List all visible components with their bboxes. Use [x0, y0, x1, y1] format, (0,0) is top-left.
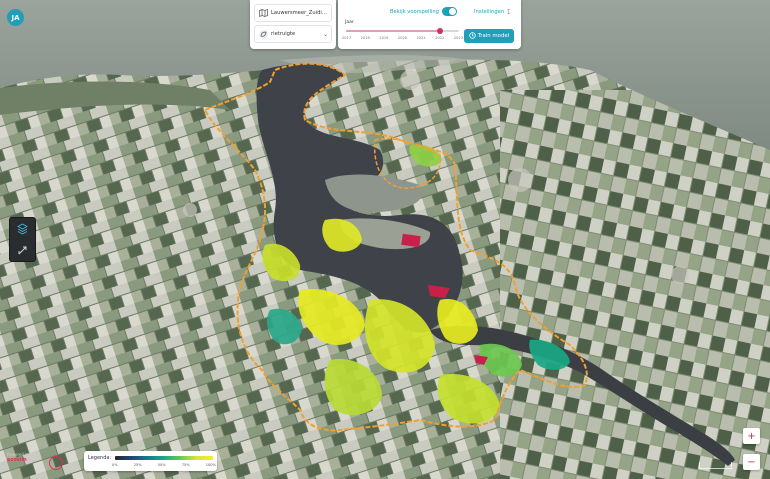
year-tick: 2018 [360, 36, 370, 40]
year-slider-fill [346, 30, 441, 32]
forecast-panel: Bekijk voorspelling Instellingen ꕯ Jaar … [338, 0, 521, 49]
settings-link[interactable]: Instellingen [474, 9, 504, 15]
map-scale-bar [699, 462, 732, 469]
map-toolbox [9, 217, 36, 262]
draw-icon[interactable] [16, 243, 30, 257]
chevron-down-icon: ⌄ [322, 30, 328, 38]
year-tick: 2019 [379, 36, 389, 40]
train-model-button[interactable]: Train model [464, 29, 514, 43]
user-avatar[interactable]: JA [7, 9, 24, 26]
year-label: Jaar [345, 20, 354, 25]
year-ticks: 2017 2018 2019 2020 2021 2022 2023 [342, 36, 463, 40]
species-select-value: rietruigte [271, 31, 296, 37]
layers-icon[interactable] [16, 222, 30, 236]
map-icon [258, 8, 268, 18]
year-tick: 2020 [397, 36, 408, 40]
zoom-out-button[interactable]: − [743, 454, 760, 470]
year-tick: 2021 [416, 36, 426, 40]
legend-tick: 100% [205, 463, 216, 467]
area-select[interactable]: Lauwersmeer_Zuidi... [254, 4, 332, 22]
leaf-icon [258, 29, 268, 39]
brand-logo [49, 456, 63, 470]
area-select-value: Lauwersmeer_Zuidi... [271, 10, 327, 16]
zoom-in-button[interactable]: + [743, 428, 760, 444]
year-tick: 2017 [342, 36, 352, 40]
legend-gradient [115, 456, 213, 460]
year-tick: 2022 [435, 36, 445, 40]
legend-tick: 25% [133, 463, 142, 467]
year-slider-thumb[interactable] [437, 28, 444, 34]
train-model-label: Train model [477, 33, 510, 39]
year-tick: 2023 [453, 36, 463, 40]
selection-panel: Lauwersmeer_Zuidi... rietruigte ⌄ [250, 0, 336, 49]
legend-ticks: 0% 25% 50% 75% 100% [112, 463, 216, 467]
flag-icon[interactable]: ꕯ [507, 9, 510, 17]
train-icon [469, 31, 476, 41]
attribution: Powered by ecosim [7, 452, 30, 463]
forecast-toggle[interactable] [442, 7, 457, 16]
map-view[interactable] [0, 0, 770, 479]
attribution-brand: ecosim [7, 457, 27, 463]
species-select[interactable]: rietruigte ⌄ [254, 25, 332, 43]
year-slider[interactable] [346, 28, 459, 34]
legend-tick: 50% [157, 463, 166, 467]
legend-tick: 0% [112, 463, 118, 467]
legend: Legenda: 0% 25% 50% 75% 100% [84, 451, 217, 471]
legend-tick: 75% [181, 463, 190, 467]
legend-title: Legenda: [88, 455, 112, 461]
forecast-toggle-label: Bekijk voorspelling [390, 9, 439, 15]
